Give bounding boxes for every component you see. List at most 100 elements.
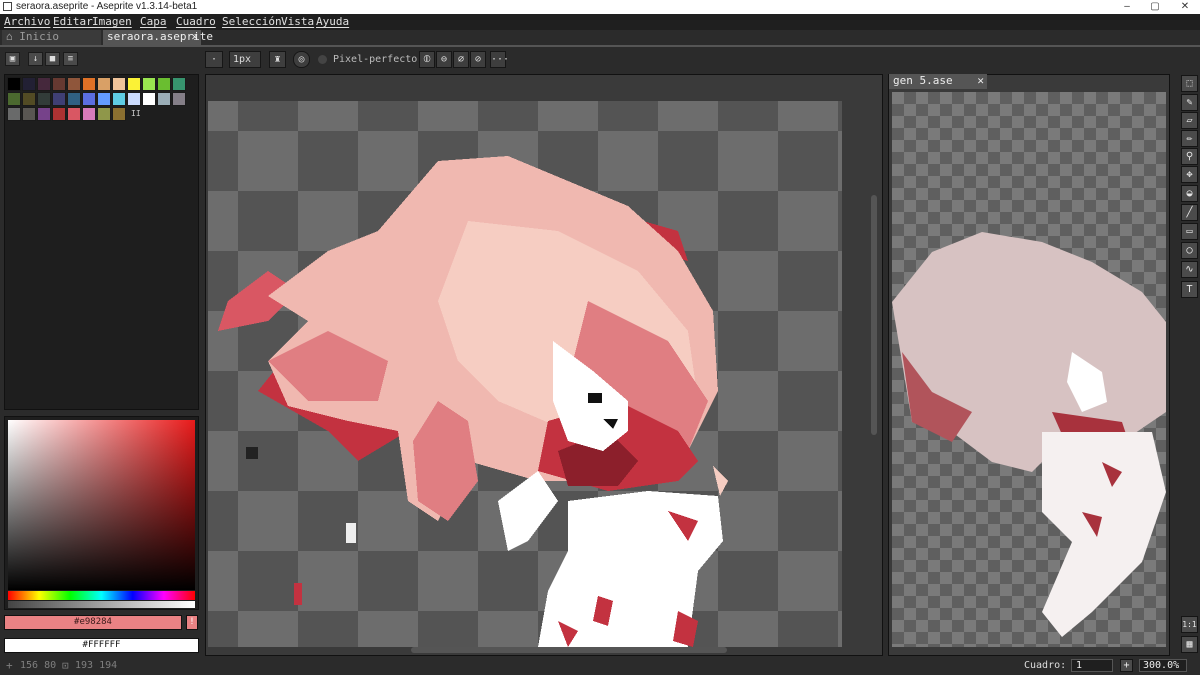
horizontal-scrollbar[interactable] <box>411 647 727 653</box>
more-options-button[interactable]: ··· <box>490 51 509 68</box>
palette-swatch[interactable] <box>22 92 36 106</box>
zoom-1to1-button[interactable]: 1:1 <box>1181 616 1198 633</box>
palette-swatch[interactable] <box>112 107 126 121</box>
palette-swatch[interactable] <box>82 92 96 106</box>
ink-icon[interactable]: ♜ <box>269 51 286 68</box>
palette-swatch[interactable] <box>127 92 141 106</box>
menu-vista[interactable]: Vista <box>281 15 314 28</box>
symmetry-vertical-icon[interactable]: ⦶ <box>419 51 435 68</box>
palette-swatch[interactable] <box>97 92 111 106</box>
menu-bar: Archivo Editar Imagen Capa Cuadro Selecc… <box>0 14 1200 30</box>
palette-swatch[interactable] <box>22 77 36 91</box>
palette-swatch[interactable] <box>67 77 81 91</box>
eraser-tool-icon[interactable]: ▱ <box>1181 112 1198 129</box>
menu-ayuda[interactable]: Ayuda <box>316 15 349 28</box>
menu-cuadro[interactable]: Cuadro <box>176 15 216 28</box>
close-tab-icon[interactable]: ✕ <box>977 74 984 88</box>
brush-type-button[interactable]: · <box>205 51 223 68</box>
tab-label: gen 5.ase <box>893 74 953 87</box>
pencil-tool-icon[interactable]: ✏ <box>1181 130 1198 147</box>
contour-tool-icon[interactable]: ◯ <box>1181 242 1198 259</box>
menu-archivo[interactable]: Archivo <box>4 15 50 28</box>
selection-size-icon: ⊡ <box>62 659 69 672</box>
palette-swatch[interactable] <box>37 107 51 121</box>
preview-canvas[interactable] <box>892 92 1166 647</box>
pixel-perfect-checkbox[interactable] <box>318 55 327 64</box>
rectangle-tool-icon[interactable]: ▭ <box>1181 223 1198 240</box>
palette-swatch[interactable] <box>82 107 96 121</box>
palette-swatch[interactable] <box>127 77 141 91</box>
palette-swatch[interactable] <box>97 77 111 91</box>
color-picker <box>4 416 199 610</box>
palette-swatch[interactable] <box>22 107 36 121</box>
timeline-icon[interactable]: ▦ <box>1181 636 1198 653</box>
alpha-slider[interactable] <box>8 601 195 608</box>
lock-icon[interactable]: ▣ <box>5 52 20 66</box>
download-icon[interactable]: ↓ <box>28 52 43 66</box>
square-icon[interactable]: ■ <box>45 52 60 66</box>
app-icon <box>3 2 12 11</box>
fill-tool-icon[interactable]: ◒ <box>1181 185 1198 202</box>
symmetry-diagonal-icon[interactable]: ∅ <box>453 51 469 68</box>
palette-swatch[interactable] <box>52 77 66 91</box>
palette-swatch[interactable] <box>67 107 81 121</box>
cursor-position: 156 80 <box>20 660 57 671</box>
palette-swatch[interactable] <box>7 92 21 106</box>
palette-swatch[interactable] <box>112 77 126 91</box>
palette-swatch[interactable] <box>7 107 21 121</box>
line-tool-icon[interactable]: ╱ <box>1181 204 1198 221</box>
menu-seleccion[interactable]: Selección <box>222 15 282 28</box>
palette-swatch[interactable] <box>172 92 186 106</box>
home-icon: ⌂ <box>6 30 13 43</box>
add-frame-button[interactable]: + <box>1120 659 1133 672</box>
palette-swatch[interactable] <box>142 92 156 106</box>
palette-swatch[interactable] <box>52 92 66 106</box>
tab-gen5[interactable]: gen 5.ase ✕ <box>889 74 987 89</box>
palette-swatch[interactable] <box>52 107 66 121</box>
foreground-color[interactable]: #e98284 <box>4 615 182 630</box>
sprite-canvas[interactable] <box>208 101 842 647</box>
palette-swatch[interactable] <box>97 107 111 121</box>
palette-swatch[interactable] <box>112 92 126 106</box>
blur-tool-icon[interactable]: ∿ <box>1181 261 1198 278</box>
title-bar: seraora.aseprite - Aseprite v1.3.14-beta… <box>0 0 1200 14</box>
hue-slider[interactable] <box>8 591 195 600</box>
color-warning-icon[interactable]: ! <box>186 615 198 630</box>
text-tool-icon[interactable]: T <box>1181 281 1198 298</box>
move-tool-icon[interactable]: ✥ <box>1181 166 1198 183</box>
opacity-icon[interactable]: ◎ <box>293 51 310 68</box>
window-title: seraora.aseprite - Aseprite v1.3.14-beta… <box>16 1 198 12</box>
palette-swatch[interactable] <box>142 77 156 91</box>
minimize-button[interactable]: – <box>1112 0 1142 14</box>
menu-editar[interactable]: Editar <box>53 15 93 28</box>
palette-swatch[interactable] <box>37 92 51 106</box>
saturation-value-field[interactable] <box>8 420 195 590</box>
palette-swatch[interactable] <box>7 77 21 91</box>
maximize-button[interactable]: ▢ <box>1140 0 1170 14</box>
background-color[interactable]: #FFFFFF <box>4 638 199 653</box>
palette-resize-handle[interactable]: II <box>131 109 141 118</box>
frame-input[interactable]: 1 <box>1071 659 1113 672</box>
palette-swatch[interactable] <box>157 77 171 91</box>
tab-seraora[interactable]: seraora.aseprite ✕ <box>103 30 213 45</box>
marquee-tool-icon[interactable]: ⬚ <box>1181 75 1198 92</box>
close-button[interactable]: ✕ <box>1170 0 1200 14</box>
zoom-tool-icon[interactable]: ⚲ <box>1181 148 1198 165</box>
vertical-scrollbar[interactable] <box>871 195 877 435</box>
tab-inicio[interactable]: ⌂ Inicio <box>2 30 101 45</box>
palette-swatch[interactable] <box>82 77 96 91</box>
menu-capa[interactable]: Capa <box>140 15 167 28</box>
palette-swatch[interactable] <box>37 77 51 91</box>
palette-swatch[interactable] <box>172 77 186 91</box>
palette-swatch[interactable] <box>157 92 171 106</box>
palette-swatch[interactable] <box>67 92 81 106</box>
symmetry-off-icon[interactable]: ⊘ <box>470 51 486 68</box>
symmetry-horizontal-icon[interactable]: ⊖ <box>436 51 452 68</box>
brush-size-field[interactable]: 1px <box>229 51 261 68</box>
menu-imagen[interactable]: Imagen <box>92 15 132 28</box>
preview-artwork <box>892 232 1166 637</box>
zoom-field[interactable]: 300.0% <box>1139 659 1187 672</box>
lasso-tool-icon[interactable]: ✎ <box>1181 94 1198 111</box>
palette-menu-icon[interactable]: ≡ <box>63 52 78 66</box>
close-tab-icon[interactable]: ✕ <box>191 30 198 44</box>
